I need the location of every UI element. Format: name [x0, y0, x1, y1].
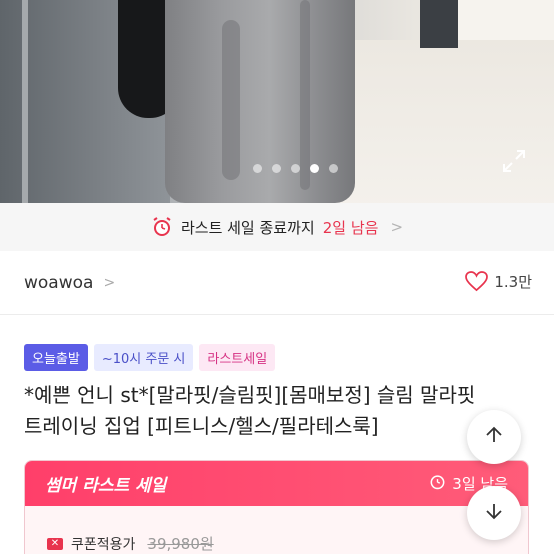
arrow-up-icon — [484, 425, 504, 449]
summer-sale-title: 썸머 라스트 세일 — [45, 476, 167, 496]
photo-door — [420, 0, 458, 48]
shop-name[interactable]: woawoa — [24, 273, 93, 293]
product-title-line: 트레이닝 집업 [피트니스/헬스/필라테스룩] — [24, 414, 379, 438]
carousel-dot[interactable] — [271, 164, 281, 173]
last-sale-banner[interactable]: 라스트 세일 종료까지 2일 남음 > — [0, 203, 554, 251]
chevron-right-icon: > — [103, 274, 116, 291]
like-button[interactable]: 1.3만 — [465, 271, 532, 292]
carousel-dot[interactable] — [252, 164, 262, 173]
arrow-down-icon — [484, 501, 504, 525]
badge-last-sale: 라스트세일 — [199, 344, 276, 371]
expand-icon[interactable] — [501, 148, 527, 174]
carousel-dot[interactable] — [290, 164, 300, 173]
badge-today-shipping: 오늘출발 — [24, 344, 88, 371]
carousel-dot[interactable] — [328, 164, 338, 173]
photo-pants-fold — [300, 0, 310, 190]
carousel-dots — [18, 164, 554, 173]
sale-remaining-time: 2일 남음 — [322, 218, 379, 237]
alarm-clock-icon — [429, 473, 446, 494]
photo-floor — [324, 40, 554, 203]
coupon-label: 쿠폰적용가 — [71, 536, 136, 553]
carousel-dot-active[interactable] — [309, 164, 319, 173]
product-badges: 오늘출발 ~10시 주문 시 라스트세일 — [24, 344, 276, 371]
product-title-line: *예쁜 언니 st*[말라핏/슬림핏][몸매보정] 슬림 말라핏 — [24, 383, 476, 407]
photo-pants-fold — [222, 20, 240, 180]
summer-sale-box: 썸머 라스트 세일 3일 남음 ✕ 쿠폰적용가 39,980원 — [24, 460, 529, 554]
chevron-right-icon: > — [390, 218, 404, 236]
original-price: 39,980원 — [147, 535, 214, 553]
product-image[interactable] — [0, 0, 554, 203]
coupon-price-row: ✕ 쿠폰적용가 39,980원 — [25, 506, 528, 554]
scroll-down-button[interactable] — [467, 486, 521, 540]
shop-row[interactable]: woawoa > 1.3만 — [0, 251, 554, 315]
like-count: 1.3만 — [494, 273, 532, 291]
scroll-up-button[interactable] — [467, 410, 521, 464]
coupon-icon: ✕ — [47, 537, 63, 550]
badge-order-deadline: ~10시 주문 시 — [93, 344, 194, 371]
product-title: *예쁜 언니 st*[말라핏/슬림핏][몸매보정] 슬림 말라핏 트레이닝 집업… — [24, 380, 504, 442]
alarm-clock-icon — [151, 216, 173, 238]
sale-banner-text: 라스트 세일 종료까지 — [180, 218, 315, 237]
summer-sale-header: 썸머 라스트 세일 3일 남음 — [25, 461, 528, 506]
heart-icon — [465, 271, 489, 292]
